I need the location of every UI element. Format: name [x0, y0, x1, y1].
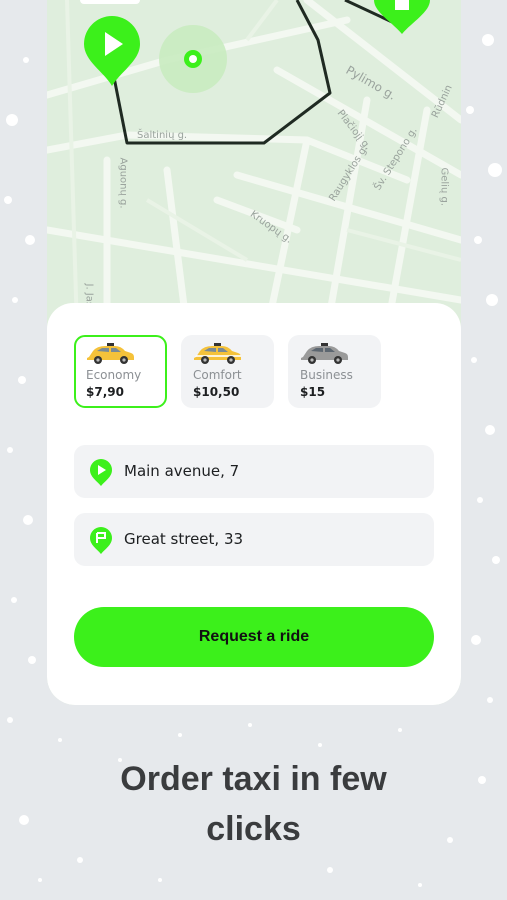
- car-option-economy[interactable]: Economy $7,90: [74, 335, 167, 408]
- ride-options-sheet: Economy $7,90 Comfort $10,50 Business $1…: [47, 303, 461, 705]
- promo-caption: Order taxi in few clicks: [0, 754, 507, 854]
- map-view[interactable]: Pylimo g. Plačiojį g. Raugyklos g. Šv. S…: [47, 0, 461, 349]
- street-label: Gelių g.: [438, 167, 450, 207]
- destination-pin-icon: [90, 527, 112, 554]
- pickup-address-text: Main avenue, 7: [124, 462, 240, 480]
- car-option-price: $7,90: [86, 385, 124, 399]
- destination-address-field[interactable]: Great street, 33: [74, 513, 434, 566]
- car-option-price: $10,50: [193, 385, 240, 399]
- caption-line-2: clicks: [206, 810, 301, 848]
- pickup-address-field[interactable]: Main avenue, 7: [74, 445, 434, 498]
- car-option-name: Economy: [86, 368, 142, 382]
- caption-line-1: Order taxi in few: [120, 760, 387, 798]
- car-option-name: Comfort: [193, 368, 242, 382]
- car-option-comfort[interactable]: Comfort $10,50: [181, 335, 274, 408]
- taxi-car-icon: [87, 343, 134, 364]
- request-ride-button[interactable]: Request a ride: [74, 607, 434, 667]
- street-label: Aguonų g.: [117, 157, 129, 209]
- destination-pin-icon[interactable]: [374, 0, 430, 34]
- street-label: Šaltinių g.: [137, 130, 188, 141]
- pickup-pin-icon: [90, 459, 112, 486]
- car-option-price: $15: [300, 385, 326, 399]
- start-pin-icon[interactable]: [84, 16, 140, 86]
- car-option-name: Business: [300, 368, 353, 382]
- top-card-edge: [80, 0, 140, 4]
- taxi-car-icon: [194, 343, 241, 364]
- phone-screen: Pylimo g. Plačiojį g. Raugyklos g. Šv. S…: [47, 0, 461, 705]
- destination-address-text: Great street, 33: [124, 530, 244, 548]
- taxi-car-icon: [301, 343, 348, 364]
- car-option-business[interactable]: Business $15: [288, 335, 381, 408]
